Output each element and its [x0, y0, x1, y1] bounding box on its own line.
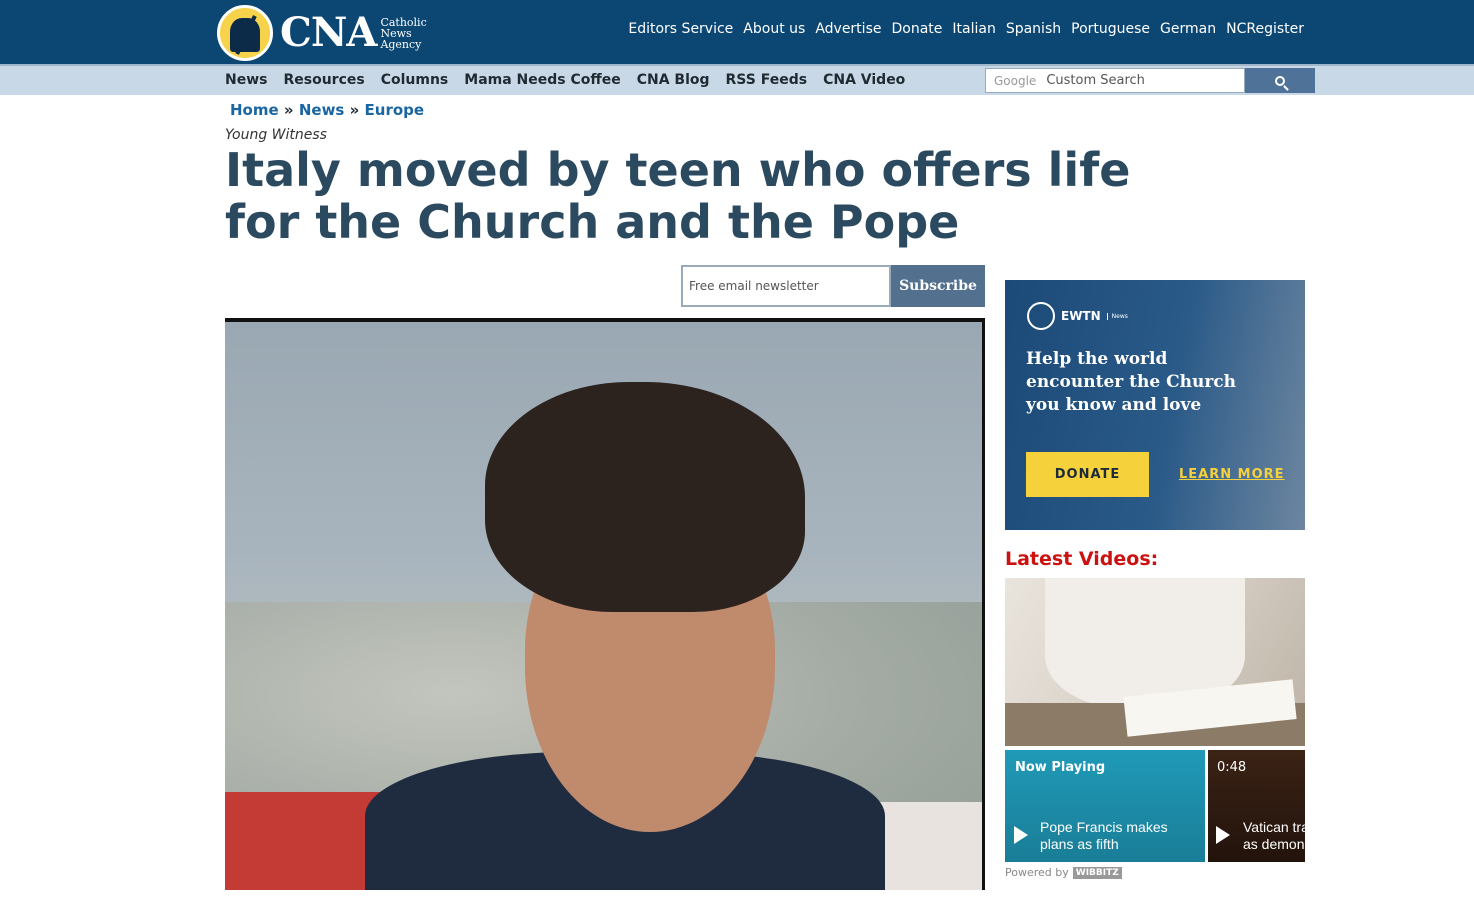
- ewtn-logo: EWTN News: [1027, 302, 1128, 330]
- google-brand: Google: [994, 73, 1037, 88]
- section-resources[interactable]: Resources: [283, 72, 364, 88]
- ad-brand: EWTN: [1061, 309, 1101, 323]
- subscribe-button[interactable]: Subscribe: [891, 265, 985, 307]
- ad-message: Help the world encounter the Church you …: [1026, 349, 1236, 415]
- newsletter-email-input[interactable]: Free email newsletter: [681, 265, 891, 307]
- nav-advertise[interactable]: Advertise: [815, 21, 881, 37]
- section-news[interactable]: News: [225, 72, 267, 88]
- video-title: Pope Francis makes plans as fifth: [1040, 819, 1200, 853]
- video-title-line: as demon: [1243, 836, 1305, 852]
- search-button[interactable]: [1245, 68, 1315, 93]
- breadcrumb-home[interactable]: Home: [230, 101, 279, 119]
- logo-sub-line: News: [380, 26, 412, 40]
- section-columns[interactable]: Columns: [381, 72, 449, 88]
- play-icon: [1014, 826, 1028, 844]
- breadcrumb-separator: »: [349, 101, 360, 119]
- powered-by-label: Powered by: [1005, 866, 1069, 879]
- nav-german[interactable]: German: [1160, 21, 1216, 37]
- latest-videos-title: Latest Videos:: [1005, 548, 1159, 570]
- nav-editors-service[interactable]: Editors Service: [628, 21, 733, 37]
- logo-subtitle: Catholic News Agency: [380, 17, 426, 50]
- site-header: CNA Catholic News Agency Editors Service…: [0, 0, 1474, 64]
- breadcrumb-separator: »: [283, 101, 294, 119]
- article-kicker: Young Witness: [225, 127, 327, 143]
- nav-spanish[interactable]: Spanish: [1006, 21, 1061, 37]
- now-playing-label: Now Playing: [1015, 760, 1106, 775]
- breadcrumb: Home » News » Europe: [230, 101, 424, 119]
- top-nav: Editors Service About us Advertise Donat…: [628, 21, 1304, 37]
- logo-sub-line: Agency: [380, 37, 422, 51]
- article-photo: [225, 318, 985, 890]
- breadcrumb-news[interactable]: News: [299, 101, 345, 119]
- play-icon: [1216, 826, 1230, 844]
- video-title: Vatican tra as demon: [1243, 819, 1305, 853]
- wibbitz-logo[interactable]: WIBBITZ: [1072, 866, 1122, 879]
- section-cna-blog[interactable]: CNA Blog: [637, 72, 710, 88]
- video-title-line: Vatican tra: [1243, 819, 1305, 835]
- section-nav: News Resources Columns Mama Needs Coffee…: [225, 72, 905, 88]
- search-icon: [1275, 75, 1285, 86]
- video-card[interactable]: 0:48 Vatican tra as demon: [1208, 750, 1305, 862]
- nav-italian[interactable]: Italian: [952, 21, 995, 37]
- breadcrumb-europe[interactable]: Europe: [365, 101, 425, 119]
- cna-logo[interactable]: CNA Catholic News Agency: [217, 5, 427, 61]
- logo-wordmark: CNA: [280, 9, 377, 56]
- newsletter-signup: Free email newsletter Subscribe: [681, 265, 985, 307]
- nav-portuguese[interactable]: Portuguese: [1071, 21, 1150, 37]
- ad-donate-button[interactable]: DONATE: [1026, 452, 1149, 497]
- ewtn-ad[interactable]: EWTN News Help the world encounter the C…: [1005, 280, 1305, 530]
- section-cna-video[interactable]: CNA Video: [823, 72, 905, 88]
- site-search: Google Custom Search: [985, 68, 1315, 93]
- section-mama-needs-coffee[interactable]: Mama Needs Coffee: [464, 72, 620, 88]
- video-card[interactable]: Now Playing Pope Francis makes plans as …: [1005, 750, 1205, 862]
- search-input[interactable]: Google Custom Search: [985, 68, 1245, 93]
- logo-sub-line: Catholic: [380, 15, 427, 29]
- section-rss-feeds[interactable]: RSS Feeds: [726, 72, 808, 88]
- ad-brand-sub: News: [1106, 312, 1128, 320]
- nav-ncregister[interactable]: NCRegister: [1226, 21, 1304, 37]
- nav-about-us[interactable]: About us: [743, 21, 805, 37]
- section-nav-bar: News Resources Columns Mama Needs Coffee…: [0, 64, 1474, 95]
- cna-emblem-icon: [217, 5, 273, 61]
- video-title-line: plans as fifth: [1040, 836, 1119, 852]
- powered-by: Powered by WIBBITZ: [1005, 866, 1122, 879]
- ad-learn-more-link[interactable]: LEARN MORE: [1179, 467, 1285, 482]
- search-placeholder: Custom Search: [1046, 73, 1145, 88]
- photo-hair: [485, 382, 805, 612]
- nav-donate[interactable]: Donate: [891, 21, 942, 37]
- globe-icon: [1027, 302, 1055, 330]
- video-player[interactable]: [1005, 578, 1305, 746]
- video-duration: 0:48: [1217, 760, 1247, 775]
- article-headline: Italy moved by teen who offers life for …: [225, 143, 1131, 249]
- video-title-line: Pope Francis makes: [1040, 819, 1168, 835]
